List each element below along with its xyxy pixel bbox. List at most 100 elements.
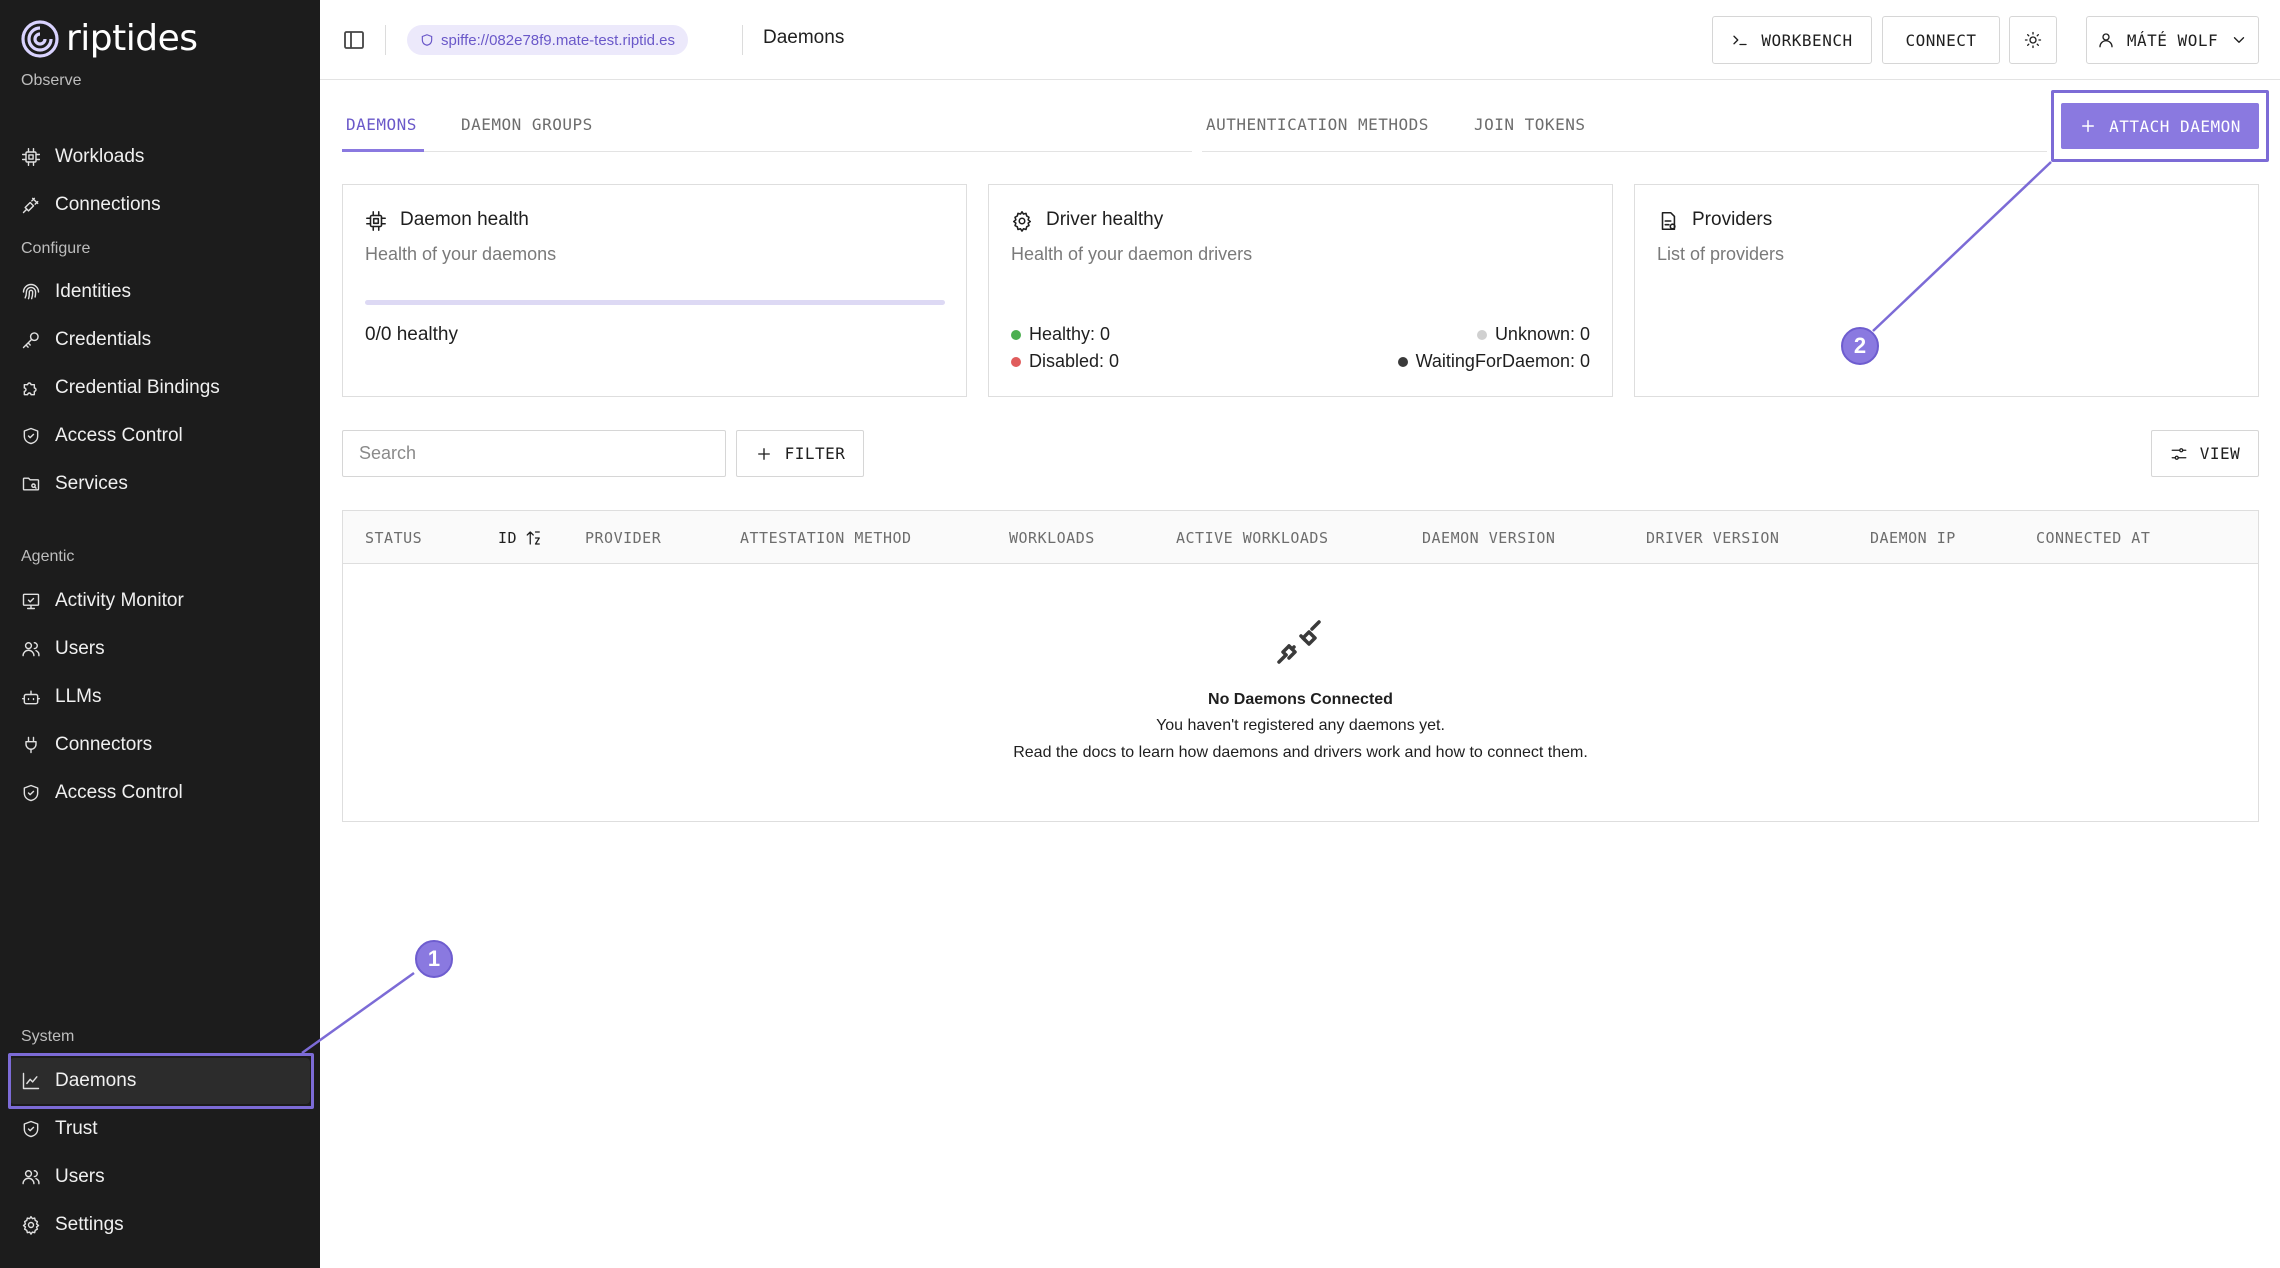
column-connected-at[interactable]: CONNECTED AT <box>2036 529 2150 547</box>
tab-join-tokens[interactable]: JOIN TOKENS <box>1474 115 1585 134</box>
theme-toggle-button[interactable] <box>2009 16 2057 64</box>
sidebar-toggle-button[interactable] <box>342 28 366 52</box>
chip-icon <box>21 147 41 167</box>
user-menu-button[interactable]: MÁTÉ WOLF <box>2086 16 2259 64</box>
tab-daemon-groups[interactable]: DAEMON GROUPS <box>461 115 593 134</box>
sidebar-item-connectors[interactable]: Connectors <box>10 722 310 768</box>
sidebar-item-agentic-access-control[interactable]: Access Control <box>10 770 310 816</box>
sidebar-item-access-control[interactable]: Access Control <box>10 413 310 459</box>
daemon-health-card: Daemon health Health of your daemons 0/0… <box>342 184 967 397</box>
sun-icon <box>2024 31 2042 49</box>
sidebar-item-label: Users <box>55 1166 105 1187</box>
sidebar-item-label: Identities <box>55 281 132 302</box>
section-label-configure: Configure <box>21 240 91 257</box>
sidebar-item-label: Services <box>55 473 128 494</box>
gear-icon <box>22 1215 40 1235</box>
stat-healthy: Healthy: 0 <box>1011 324 1110 345</box>
filter-button[interactable]: FILTER <box>736 430 864 477</box>
tab-divider <box>342 151 1192 152</box>
plug-icon <box>22 197 39 214</box>
healthy-summary: 0/0 healthy <box>365 324 458 345</box>
section-label-observe: Observe <box>21 72 82 89</box>
sidebar-item-identities[interactable]: Identities <box>10 269 310 315</box>
sidebar-item-label: Credential Bindings <box>55 377 220 398</box>
column-status[interactable]: STATUS <box>365 529 422 547</box>
stat-unknown: Unknown: 0 <box>1476 324 1590 345</box>
sidebar-item-agentic-users[interactable]: Users <box>10 626 310 672</box>
column-daemon-version[interactable]: DAEMON VERSION <box>1422 529 1555 547</box>
fingerprint-icon <box>22 283 40 300</box>
empty-state-text: You haven't registered any daemons yet. <box>1156 717 1445 734</box>
search-input[interactable] <box>342 430 726 477</box>
sidebar-item-label: Activity Monitor <box>55 590 184 611</box>
column-provider[interactable]: PROVIDER <box>585 529 661 547</box>
divider <box>742 25 743 55</box>
plug-icon <box>25 736 37 754</box>
sidebar-item-label: Connections <box>55 194 161 215</box>
card-subtitle: Health of your daemon drivers <box>1011 244 1253 264</box>
sidebar-item-workloads[interactable]: Workloads <box>10 134 310 180</box>
column-workloads[interactable]: WORKLOADS <box>1009 529 1095 547</box>
status-dot-dark <box>1397 356 1408 367</box>
column-id[interactable]: ID <box>498 529 543 547</box>
spiffe-id-text: spiffe://082e78f9.mate-test.riptid.es <box>441 31 676 49</box>
shield-icon <box>23 1120 39 1138</box>
workbench-button[interactable]: WORKBENCH <box>1712 16 1872 64</box>
sidebar-item-system-users[interactable]: Users <box>10 1154 310 1200</box>
sidebar-item-label: Settings <box>55 1214 124 1235</box>
sidebar-item-services[interactable]: Services <box>10 461 310 507</box>
user-icon <box>2099 33 2113 48</box>
status-dot-green <box>1011 329 1021 340</box>
status-dot-red <box>1011 356 1021 367</box>
empty-state-docs-text: Read the docs to learn how daemons and d… <box>1013 744 1588 761</box>
sidebar-item-label: Users <box>55 638 105 659</box>
annotation-badge-2: 2 <box>1841 327 1879 365</box>
section-label-system: System <box>21 1028 75 1045</box>
divider <box>385 25 386 55</box>
users-icon <box>22 642 40 657</box>
annotation-highlight-daemons <box>8 1053 314 1109</box>
daemons-table: STATUS ID PROVIDER ATTESTATION METHOD WO… <box>342 510 2259 822</box>
card-title: Providers <box>1692 209 1773 230</box>
column-active-workloads[interactable]: ACTIVE WORKLOADS <box>1176 529 1329 547</box>
chip-icon <box>366 211 386 231</box>
column-driver-version[interactable]: DRIVER VERSION <box>1646 529 1779 547</box>
status-dot-gray <box>1476 329 1487 340</box>
column-daemon-ip[interactable]: DAEMON IP <box>1870 529 1956 547</box>
shield-icon <box>23 784 39 802</box>
folder-icon <box>22 477 40 491</box>
spiffe-id-badge[interactable]: spiffe://082e78f9.mate-test.riptid.es <box>407 25 689 55</box>
active-tab-indicator <box>342 149 424 152</box>
sidebar-item-credential-bindings[interactable]: Credential Bindings <box>10 365 310 411</box>
tab-daemons[interactable]: DAEMONS <box>346 115 417 134</box>
users-icon <box>22 1170 40 1185</box>
plus-icon <box>757 447 770 460</box>
tab-authentication-methods[interactable]: AUTHENTICATION METHODS <box>1206 115 1429 134</box>
puzzle-icon <box>23 382 37 396</box>
riptides-logo-icon <box>21 19 59 58</box>
logo[interactable]: riptides <box>20 18 198 59</box>
connect-button[interactable]: CONNECT <box>1882 16 2000 64</box>
terminal-icon <box>1733 35 1748 46</box>
sidebar-item-label: Trust <box>55 1118 98 1139</box>
tab-divider <box>1202 151 2047 152</box>
sidebar-item-activity-monitor[interactable]: Activity Monitor <box>10 578 310 624</box>
sidebar-item-llms[interactable]: LLMs <box>10 674 310 720</box>
view-button[interactable]: VIEW <box>2151 430 2259 477</box>
card-subtitle: Health of your daemons <box>365 244 557 264</box>
key-icon <box>22 332 39 349</box>
column-attestation-method[interactable]: ATTESTATION METHOD <box>740 529 912 547</box>
sidebar-item-label: Connectors <box>55 734 153 755</box>
topbar: spiffe://082e78f9.mate-test.riptid.es Da… <box>320 0 2280 80</box>
shield-icon <box>421 34 433 46</box>
sidebar-item-settings[interactable]: Settings <box>10 1202 310 1248</box>
sidebar-item-credentials[interactable]: Credentials <box>10 317 310 363</box>
sidebar-item-trust[interactable]: Trust <box>10 1106 310 1152</box>
panel-left-icon <box>344 31 364 49</box>
annotation-highlight-attach <box>2051 90 2269 162</box>
sidebar-item-label: Credentials <box>55 329 152 350</box>
driver-health-card: Driver healthy Health of your daemon dri… <box>988 184 1613 397</box>
chevron-down-icon <box>2233 37 2245 43</box>
brand-name: riptides <box>66 18 198 59</box>
sidebar-item-connections[interactable]: Connections <box>10 182 310 228</box>
